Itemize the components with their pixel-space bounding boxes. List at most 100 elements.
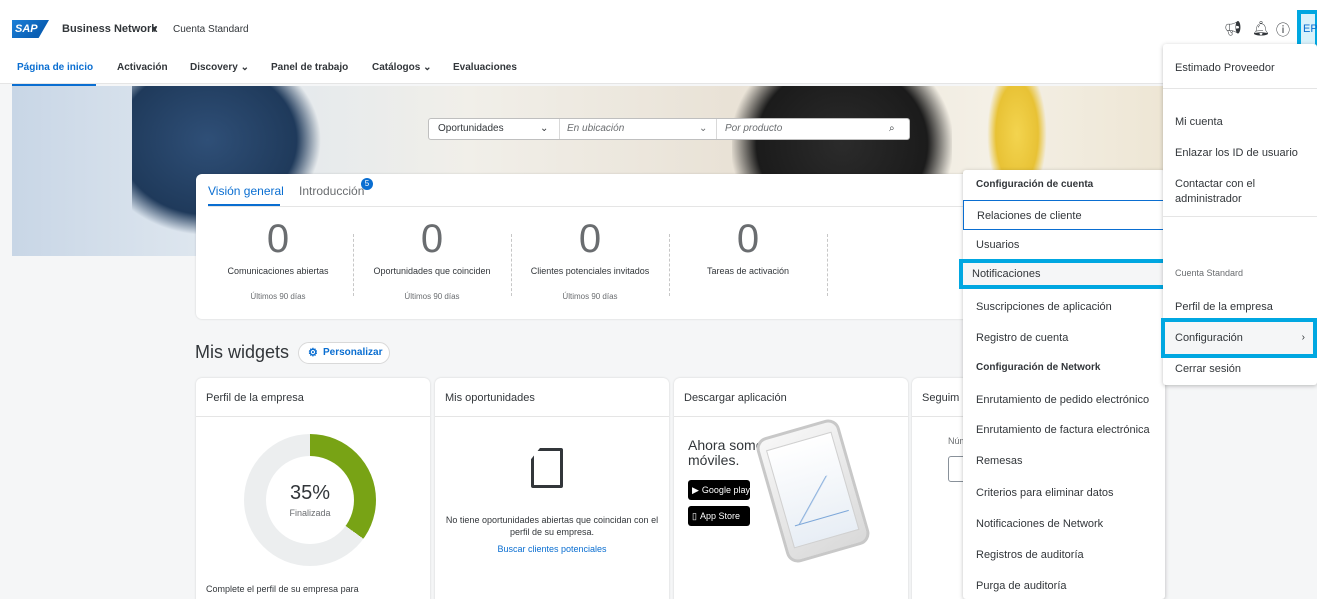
tab-introduction[interactable]: Introducción bbox=[299, 184, 364, 198]
nav-catalogs-label: Catálogos bbox=[372, 62, 421, 73]
tab-divider bbox=[208, 206, 978, 207]
app-store-label: App Store bbox=[699, 511, 740, 521]
widgets-title: Mis widgets bbox=[195, 342, 290, 362]
location-input[interactable]: En ubicación ⌄ bbox=[567, 119, 715, 139]
stat-open-communications[interactable]: 0 Comunicaciones abiertas Últimos 90 día… bbox=[198, 218, 358, 301]
widget-title: Perfil de la empresa bbox=[206, 392, 304, 404]
google-play-badge[interactable]: ▶ Google play bbox=[688, 480, 750, 500]
submenu-users[interactable]: Usuarios bbox=[963, 230, 1165, 260]
stat-matching-opportunities[interactable]: 0 Oportunidades que coinciden Últimos 90… bbox=[352, 218, 512, 301]
help-icon[interactable]: ⓘ bbox=[1276, 20, 1290, 40]
sliders-icon: ⚙ bbox=[308, 347, 318, 359]
search-divider bbox=[559, 119, 560, 139]
nav-catalogs[interactable]: Catálogos ⌄ bbox=[372, 62, 432, 73]
submenu-app-subscriptions[interactable]: Suscripciones de aplicación bbox=[963, 292, 1165, 322]
customize-label: Personalizar bbox=[323, 347, 383, 358]
chevron-down-icon: ⌄ bbox=[240, 62, 249, 73]
overview-card: Visión general Introducción 5 0 Comunica… bbox=[196, 174, 996, 319]
submenu-network-notifications[interactable]: Notificaciones de Network bbox=[963, 509, 1165, 539]
submenu-data-deletion[interactable]: Criterios para eliminar datos bbox=[963, 478, 1165, 508]
widget-download-app[interactable]: Descargar aplicación Ahora somos móviles… bbox=[674, 378, 908, 599]
product-switcher[interactable]: Business Network bbox=[62, 23, 157, 35]
stat-divider bbox=[827, 234, 828, 296]
stat-value: 0 bbox=[266, 217, 290, 261]
chevron-down-icon: ⌄ bbox=[540, 123, 549, 134]
search-icon[interactable]: ⌕ bbox=[889, 119, 903, 139]
account-settings-submenu: Configuración de cuenta Relaciones de cl… bbox=[959, 170, 1169, 599]
nav-workbench[interactable]: Panel de trabajo bbox=[271, 62, 348, 73]
nav-home[interactable]: Página de inicio bbox=[17, 62, 93, 73]
profile-percent: 35% bbox=[289, 482, 331, 504]
location-placeholder: En ubicación bbox=[567, 123, 625, 134]
menu-account-type: Cuenta Standard bbox=[1175, 268, 1244, 278]
product-input[interactable]: Por producto bbox=[725, 119, 875, 139]
megaphone-icon[interactable]: 📢︎ bbox=[1224, 20, 1242, 37]
introduction-badge: 5 bbox=[361, 178, 373, 190]
widget-divider bbox=[435, 416, 669, 417]
submenu-account-registration[interactable]: Registro de cuenta bbox=[963, 323, 1165, 353]
caret-down-icon[interactable]: ▼ bbox=[150, 24, 159, 34]
widget-title: Descargar aplicación bbox=[684, 392, 787, 404]
menu-settings-label: Configuración bbox=[1175, 332, 1243, 344]
profile-footer: Complete el perfil de su empresa para bbox=[206, 584, 359, 594]
stat-period: Últimos 90 días bbox=[250, 292, 306, 301]
profile-donut-chart: 35% Finalizada bbox=[244, 434, 376, 566]
widget-title: Mis oportunidades bbox=[445, 392, 535, 404]
user-avatar[interactable]: EP bbox=[1297, 10, 1317, 48]
search-bar: Oportunidades ⌄ En ubicación ⌄ Por product… bbox=[428, 118, 910, 140]
stat-activation-tasks[interactable]: 0 Tareas de activación bbox=[668, 218, 828, 276]
find-leads-link[interactable]: Buscar clientes potenciales bbox=[445, 544, 659, 554]
sap-logo[interactable]: SAP bbox=[12, 20, 49, 38]
submenu-invoice-routing[interactable]: Enrutamiento de factura electrónica bbox=[963, 415, 1165, 445]
bell-icon[interactable]: 🔔︎ bbox=[1252, 20, 1270, 37]
nav-discovery-label: Discovery bbox=[190, 62, 238, 73]
main-nav: Página de inicio Activación Discovery ⌄ … bbox=[0, 56, 1317, 84]
stat-period: Últimos 90 días bbox=[562, 292, 618, 301]
phone-screen bbox=[765, 431, 860, 549]
document-icon bbox=[531, 448, 563, 488]
top-bar: SAP Business Network ▼ Cuenta Standard 📢… bbox=[0, 0, 1317, 56]
chevron-right-icon: › bbox=[1301, 332, 1305, 343]
opportunities-empty-text: No tiene oportunidades abiertas que coin… bbox=[445, 515, 659, 537]
menu-company-profile[interactable]: Perfil de la empresa bbox=[1163, 300, 1317, 315]
submenu-customer-relationships[interactable]: Relaciones de cliente bbox=[963, 200, 1165, 230]
app-store-badge[interactable]: ▯ App Store bbox=[688, 506, 750, 526]
stat-label: Tareas de activación bbox=[706, 266, 790, 276]
menu-contact-admin[interactable]: Contactar con el administrador bbox=[1163, 177, 1303, 207]
submenu-notifications[interactable]: Notificaciones bbox=[959, 259, 1169, 289]
customize-button[interactable]: ⚙ Personalizar bbox=[298, 342, 390, 364]
submenu-remittances[interactable]: Remesas bbox=[963, 446, 1165, 476]
tab-overview[interactable]: Visión general bbox=[208, 184, 284, 198]
submenu-audit-purge[interactable]: Purga de auditoría bbox=[963, 571, 1165, 599]
stat-invited-leads[interactable]: 0 Clientes potenciales invitados Últimos… bbox=[510, 218, 670, 301]
widget-divider bbox=[196, 416, 430, 417]
search-divider bbox=[716, 119, 717, 139]
nav-evaluations[interactable]: Evaluaciones bbox=[453, 62, 517, 73]
user-menu: Estimado Proveedor Mi cuenta Enlazar los… bbox=[1161, 44, 1317, 385]
google-play-label: Google play bbox=[701, 485, 750, 495]
menu-settings[interactable]: Configuración › bbox=[1161, 318, 1317, 358]
menu-divider bbox=[1163, 88, 1317, 89]
widget-title: Seguim bbox=[922, 392, 960, 404]
widget-my-opportunities[interactable]: Mis oportunidades No tiene oportunidades… bbox=[435, 378, 669, 599]
nav-discovery[interactable]: Discovery ⌄ bbox=[190, 62, 249, 73]
profile-status: Finalizada bbox=[289, 508, 331, 518]
menu-link-user-ids[interactable]: Enlazar los ID de usuario bbox=[1163, 146, 1317, 161]
menu-logout[interactable]: Cerrar sesión bbox=[1163, 362, 1317, 377]
stat-label: Clientes potenciales invitados bbox=[530, 266, 650, 276]
submenu-order-routing[interactable]: Enrutamiento de pedido electrónico bbox=[963, 385, 1165, 415]
play-icon: ▶ bbox=[692, 485, 699, 495]
menu-divider bbox=[1163, 216, 1317, 217]
nav-activation[interactable]: Activación bbox=[117, 62, 168, 73]
stat-value: 0 bbox=[420, 217, 444, 261]
widget-company-profile[interactable]: Perfil de la empresa 35% Finalizada Comp… bbox=[196, 378, 430, 599]
chevron-down-icon: ⌄ bbox=[699, 123, 708, 134]
search-type-value: Oportunidades bbox=[438, 123, 504, 134]
search-type-select[interactable]: Oportunidades ⌄ bbox=[438, 119, 558, 139]
user-greeting: Estimado Proveedor bbox=[1175, 62, 1275, 74]
submenu-audit-logs[interactable]: Registros de auditoría bbox=[963, 540, 1165, 570]
stat-label: Oportunidades que coinciden bbox=[373, 266, 491, 276]
stat-period: Últimos 90 días bbox=[404, 292, 460, 301]
menu-my-account[interactable]: Mi cuenta bbox=[1163, 115, 1317, 130]
phone-chart bbox=[784, 472, 849, 527]
